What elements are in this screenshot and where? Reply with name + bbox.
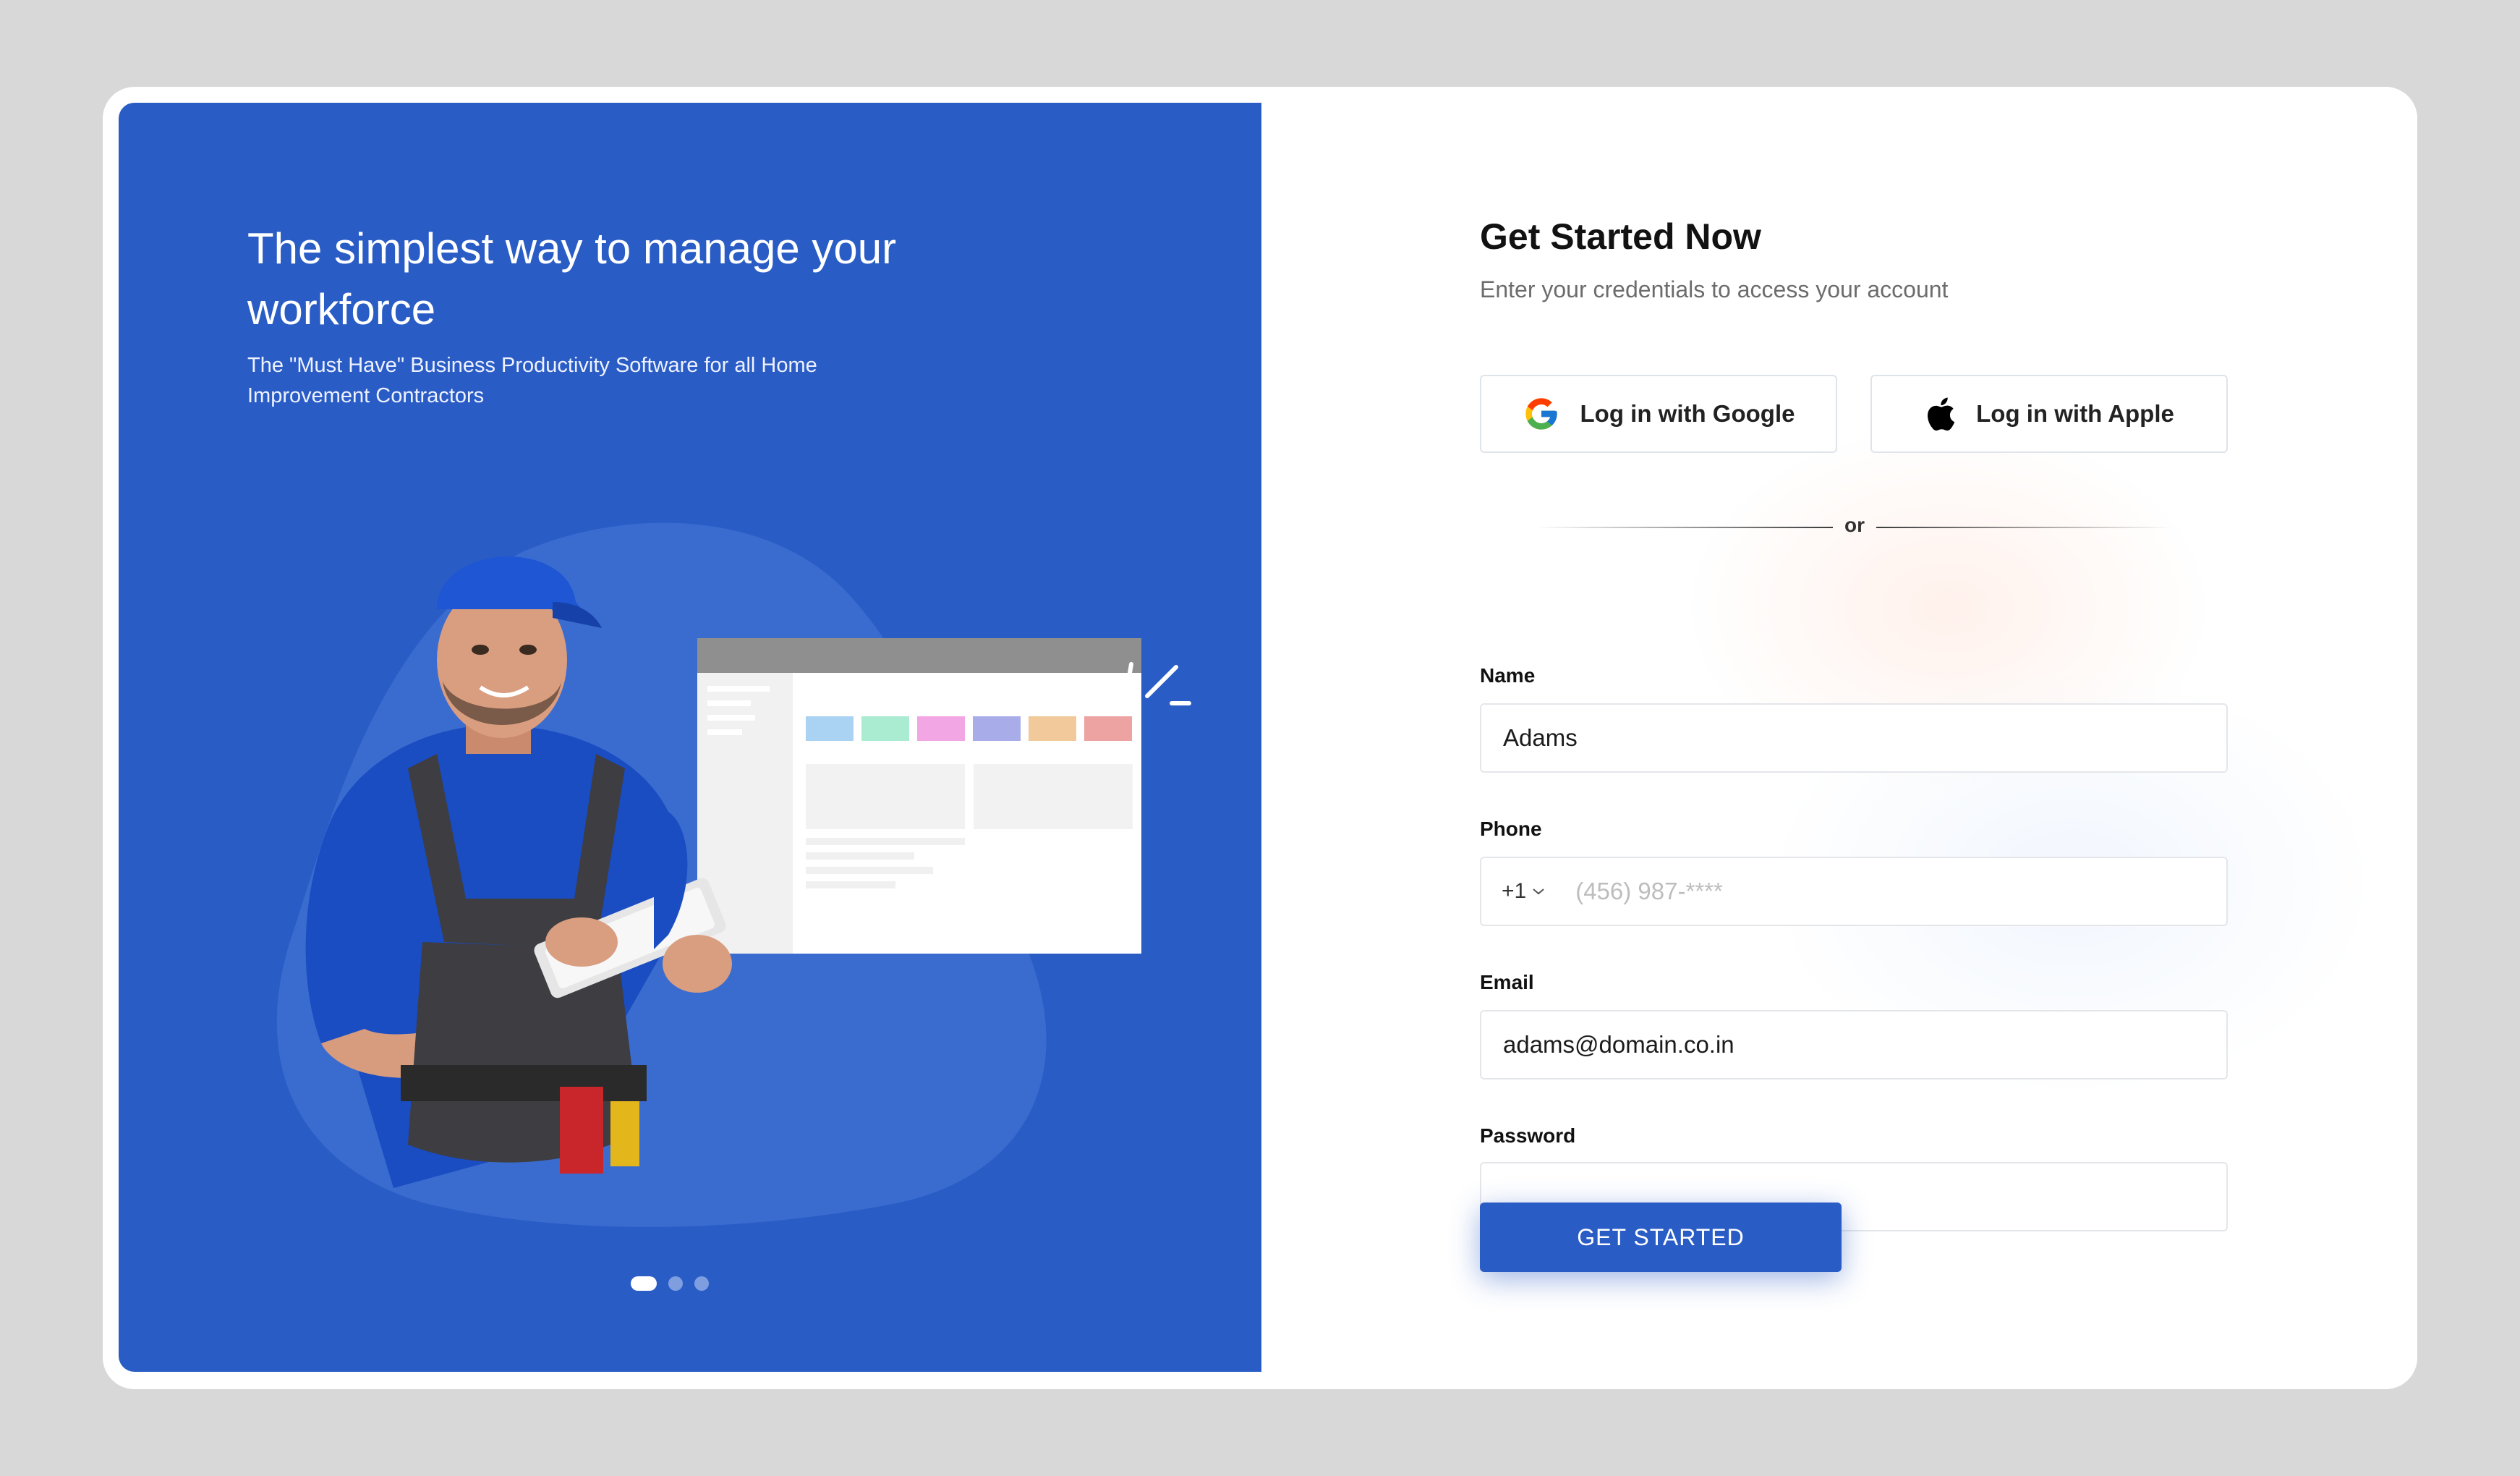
email-input[interactable] [1502,1030,2226,1059]
signup-card: The simplest way to manage your workforc… [103,87,2417,1389]
google-login-label: Log in with Google [1580,400,1795,427]
email-field[interactable] [1480,1010,2228,1080]
apple-login-label: Log in with Apple [1976,400,2174,427]
form-title: Get Started Now [1480,216,1761,257]
apple-login-button[interactable]: Log in with Apple [1870,375,2228,453]
country-code-select[interactable]: +1 [1502,879,1545,904]
name-field[interactable] [1480,703,2228,773]
chevron-down-icon [1533,888,1544,895]
dashboard-mockup [697,638,1141,954]
or-divider: or [1536,505,2173,548]
promo-panel: The simplest way to manage your workforc… [119,103,1261,1372]
country-code-value: +1 [1502,879,1527,903]
carousel-dot-2[interactable] [668,1276,683,1291]
carousel-dot-3[interactable] [694,1276,709,1291]
phone-input[interactable] [1574,877,2226,906]
name-label: Name [1480,664,1536,687]
apple-icon [1928,397,1955,431]
divider-text: or [1844,514,1865,536]
divider-line-right [1876,527,2173,528]
carousel-dot-1[interactable] [631,1276,657,1291]
phone-field: +1 [1480,857,2228,926]
promo-illustration [276,522,1191,1227]
google-icon [1525,398,1557,430]
get-started-button[interactable]: GET STARTED [1480,1203,1842,1272]
name-input[interactable] [1502,724,2226,752]
phone-label: Phone [1480,818,1542,840]
form-subtitle: Enter your credentials to access your ac… [1480,276,1949,302]
password-label: Password [1480,1124,1576,1147]
google-login-button[interactable]: Log in with Google [1480,375,1837,453]
signup-form-panel: Get Started Now Enter your credentials t… [1261,87,2417,1389]
email-label: Email [1480,971,1534,993]
carousel-dots [631,1276,709,1291]
